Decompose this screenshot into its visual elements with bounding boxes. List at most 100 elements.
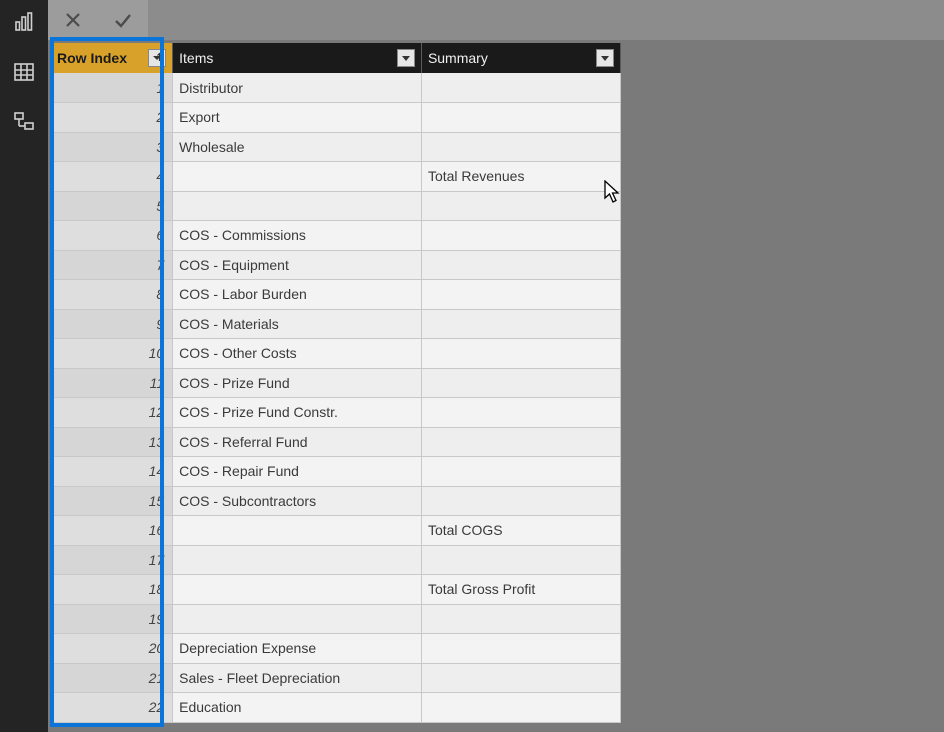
- table-row[interactable]: 19: [51, 604, 621, 634]
- row-index-cell[interactable]: 4: [51, 162, 173, 192]
- row-index-cell[interactable]: 9: [51, 309, 173, 339]
- summary-cell[interactable]: [421, 368, 620, 398]
- filter-dropdown-icon[interactable]: [596, 49, 614, 67]
- summary-cell[interactable]: [421, 191, 620, 221]
- items-cell[interactable]: Export: [173, 103, 422, 133]
- summary-cell[interactable]: Total Gross Profit: [421, 575, 620, 605]
- row-index-cell[interactable]: 15: [51, 486, 173, 516]
- summary-cell[interactable]: [421, 604, 620, 634]
- items-cell[interactable]: COS - Prize Fund: [173, 368, 422, 398]
- row-index-cell[interactable]: 19: [51, 604, 173, 634]
- row-index-cell[interactable]: 21: [51, 663, 173, 693]
- summary-cell[interactable]: [421, 398, 620, 428]
- row-index-cell[interactable]: 11: [51, 368, 173, 398]
- row-index-cell[interactable]: 22: [51, 693, 173, 723]
- formula-cancel-button[interactable]: [48, 0, 98, 40]
- summary-cell[interactable]: [421, 103, 620, 133]
- summary-cell[interactable]: [421, 339, 620, 369]
- items-cell[interactable]: COS - Labor Burden: [173, 280, 422, 310]
- column-header-row-index[interactable]: Row Index: [51, 43, 173, 73]
- table-row[interactable]: 11COS - Prize Fund: [51, 368, 621, 398]
- summary-cell[interactable]: Total Revenues: [421, 162, 620, 192]
- table-row[interactable]: 20Depreciation Expense: [51, 634, 621, 664]
- summary-cell[interactable]: [421, 427, 620, 457]
- row-index-cell[interactable]: 3: [51, 132, 173, 162]
- table-row[interactable]: 21Sales - Fleet Depreciation: [51, 663, 621, 693]
- items-cell[interactable]: [173, 575, 422, 605]
- row-index-cell[interactable]: 14: [51, 457, 173, 487]
- table-row[interactable]: 12COS - Prize Fund Constr.: [51, 398, 621, 428]
- summary-cell[interactable]: [421, 221, 620, 251]
- report-view-icon[interactable]: [8, 6, 40, 38]
- table-row[interactable]: 8COS - Labor Burden: [51, 280, 621, 310]
- table-row[interactable]: 9COS - Materials: [51, 309, 621, 339]
- row-index-cell[interactable]: 18: [51, 575, 173, 605]
- summary-cell[interactable]: [421, 486, 620, 516]
- table-row[interactable]: 4 Total Revenues: [51, 162, 621, 192]
- row-index-cell[interactable]: 17: [51, 545, 173, 575]
- row-index-cell[interactable]: 10: [51, 339, 173, 369]
- table-row[interactable]: 2Export: [51, 103, 621, 133]
- summary-cell[interactable]: [421, 309, 620, 339]
- summary-cell[interactable]: [421, 693, 620, 723]
- summary-cell[interactable]: [421, 280, 620, 310]
- items-cell[interactable]: Sales - Fleet Depreciation: [173, 663, 422, 693]
- summary-cell[interactable]: [421, 73, 620, 103]
- table-row[interactable]: 18 Total Gross Profit: [51, 575, 621, 605]
- table-row[interactable]: 6COS - Commissions: [51, 221, 621, 251]
- table-row[interactable]: 1Distributor: [51, 73, 621, 103]
- summary-cell[interactable]: Total COGS: [421, 516, 620, 546]
- formula-input[interactable]: [148, 0, 944, 40]
- items-cell[interactable]: Education: [173, 693, 422, 723]
- items-cell[interactable]: [173, 191, 422, 221]
- summary-cell[interactable]: [421, 663, 620, 693]
- items-cell[interactable]: Wholesale: [173, 132, 422, 162]
- items-cell[interactable]: COS - Materials: [173, 309, 422, 339]
- row-index-cell[interactable]: 16: [51, 516, 173, 546]
- items-cell[interactable]: COS - Subcontractors: [173, 486, 422, 516]
- sort-asc-icon[interactable]: [148, 49, 166, 67]
- table-row[interactable]: 14COS - Repair Fund: [51, 457, 621, 487]
- items-cell[interactable]: [173, 604, 422, 634]
- row-index-cell[interactable]: 5: [51, 191, 173, 221]
- items-cell[interactable]: [173, 545, 422, 575]
- filter-dropdown-icon[interactable]: [397, 49, 415, 67]
- items-cell[interactable]: COS - Commissions: [173, 221, 422, 251]
- items-cell[interactable]: COS - Prize Fund Constr.: [173, 398, 422, 428]
- summary-cell[interactable]: [421, 545, 620, 575]
- table-row[interactable]: 3Wholesale: [51, 132, 621, 162]
- table-row[interactable]: 15COS - Subcontractors: [51, 486, 621, 516]
- row-index-cell[interactable]: 12: [51, 398, 173, 428]
- table-row[interactable]: 16 Total COGS: [51, 516, 621, 546]
- column-header-items[interactable]: Items: [173, 43, 422, 73]
- model-view-icon[interactable]: [8, 106, 40, 138]
- table-row[interactable]: 7COS - Equipment: [51, 250, 621, 280]
- row-index-cell[interactable]: 8: [51, 280, 173, 310]
- summary-cell[interactable]: [421, 634, 620, 664]
- items-cell[interactable]: Distributor: [173, 73, 422, 103]
- items-cell[interactable]: Depreciation Expense: [173, 634, 422, 664]
- row-index-cell[interactable]: 20: [51, 634, 173, 664]
- summary-cell[interactable]: [421, 457, 620, 487]
- table-row[interactable]: 13COS - Referral Fund: [51, 427, 621, 457]
- formula-accept-button[interactable]: [98, 0, 148, 40]
- items-cell[interactable]: COS - Other Costs: [173, 339, 422, 369]
- row-index-cell[interactable]: 2: [51, 103, 173, 133]
- summary-cell[interactable]: [421, 132, 620, 162]
- row-index-cell[interactable]: 6: [51, 221, 173, 251]
- data-view-icon[interactable]: [8, 56, 40, 88]
- table-row[interactable]: 22Education: [51, 693, 621, 723]
- items-cell[interactable]: [173, 162, 422, 192]
- items-cell[interactable]: [173, 516, 422, 546]
- table-row[interactable]: 5: [51, 191, 621, 221]
- table-row[interactable]: 10COS - Other Costs: [51, 339, 621, 369]
- items-cell[interactable]: COS - Referral Fund: [173, 427, 422, 457]
- items-cell[interactable]: COS - Repair Fund: [173, 457, 422, 487]
- column-header-summary[interactable]: Summary: [421, 43, 620, 73]
- items-cell[interactable]: COS - Equipment: [173, 250, 422, 280]
- table-row[interactable]: 17: [51, 545, 621, 575]
- row-index-cell[interactable]: 1: [51, 73, 173, 103]
- summary-cell[interactable]: [421, 250, 620, 280]
- row-index-cell[interactable]: 13: [51, 427, 173, 457]
- row-index-cell[interactable]: 7: [51, 250, 173, 280]
